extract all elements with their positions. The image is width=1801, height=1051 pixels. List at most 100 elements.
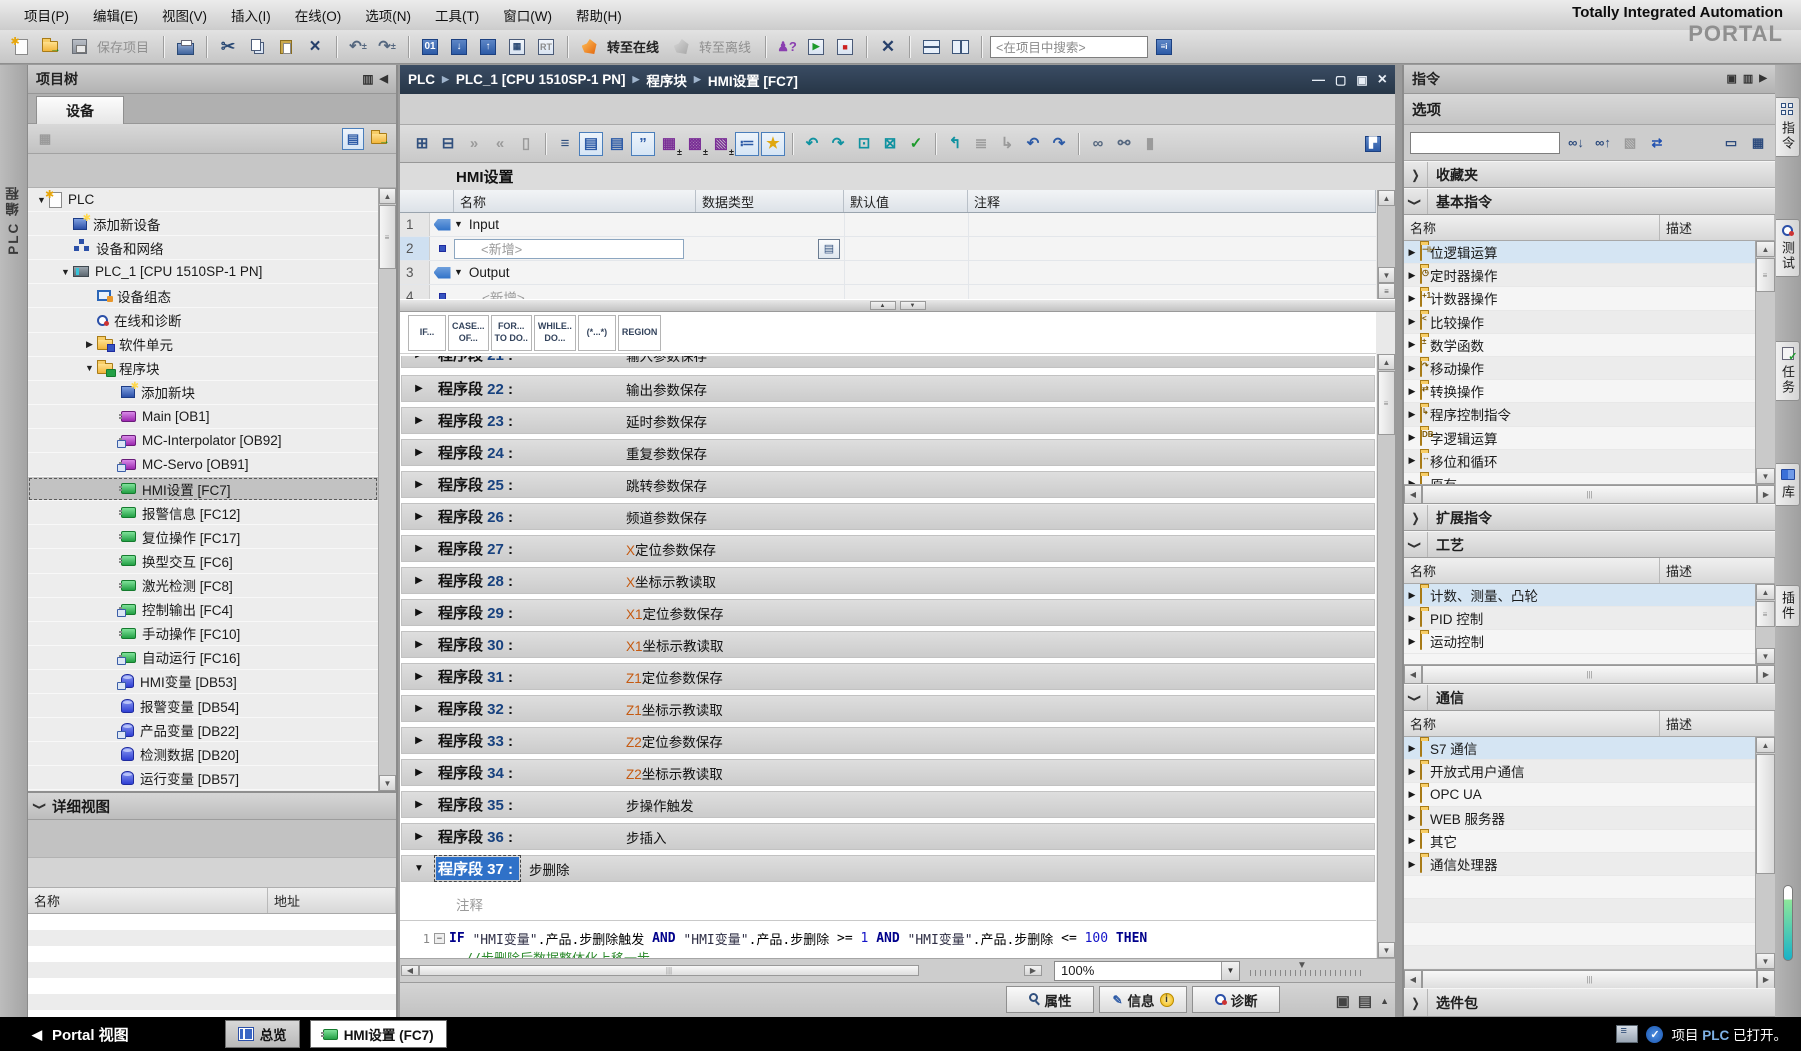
expand-export-button[interactable] [368, 128, 390, 150]
instruction-group-row[interactable]: ▶DB字逻辑运算 [1404, 427, 1755, 450]
detail-mode-icon[interactable]: ▦ [1747, 132, 1769, 154]
tree-item[interactable]: 产品变量 [DB22] [28, 718, 378, 742]
network-expander-icon[interactable]: ▶ [402, 415, 436, 426]
tree-item[interactable]: 手动操作 [FC10] [28, 622, 378, 646]
section-extended-instructions[interactable]: ❭扩展指令 [1404, 504, 1775, 531]
scroll-right-icon[interactable]: ▶ [1757, 970, 1775, 989]
tree-item[interactable]: ▶软件单元 [28, 333, 378, 357]
instruction-expander-icon[interactable]: ▶ [1404, 766, 1420, 777]
navigate-forward-button[interactable]: ↷ [1047, 132, 1071, 156]
float-inspector-icon[interactable]: ▣ [1336, 994, 1350, 1009]
tree-item[interactable]: MC-Servo [OB91] [28, 453, 378, 477]
sidebar-tab-测试[interactable]: 测试 [1776, 219, 1800, 277]
scroll-down-icon[interactable]: ▼ [1756, 648, 1775, 664]
instruction-expander-icon[interactable]: ▶ [1404, 247, 1420, 258]
tree-item[interactable]: 在线和诊断 [28, 308, 378, 332]
network-row[interactable]: ▶程序段 27 :X定位参数保存 [401, 535, 1375, 562]
menu-item[interactable]: 插入(I) [219, 0, 283, 30]
scl-code-area[interactable]: 1−IF "HMI变量".产品.步删除触发 AND "HMI变量".产品.步删除… [400, 921, 1376, 958]
hscroll-thumb[interactable]: ||| [1422, 665, 1757, 684]
menu-item[interactable]: 选项(N) [353, 0, 423, 30]
instruction-expander-icon[interactable]: ▶ [1404, 409, 1420, 420]
syntax-check-button[interactable]: ✓ [904, 132, 928, 156]
scroll-page-icon[interactable]: ≡ [1378, 283, 1395, 299]
hscroll-thumb[interactable]: ||| [1422, 485, 1757, 504]
expand-panel-icon[interactable]: ▶ [1759, 74, 1767, 85]
tree-filter-button[interactable]: ▦ [34, 128, 56, 150]
indent-button[interactable]: » [462, 132, 486, 156]
scl-snippet-button[interactable]: FOR...TO DO.. [491, 315, 532, 351]
open-project-button[interactable] [37, 34, 63, 60]
zoom-slider[interactable]: ▼ [1250, 964, 1362, 978]
go-online-label[interactable]: 转至在线 [607, 37, 659, 56]
interface-row[interactable]: 2<新增>▤ [400, 237, 1376, 261]
split-vertical-button[interactable] [947, 34, 973, 60]
interface-row[interactable]: 4<新增> [400, 285, 1376, 299]
network-expander-icon[interactable]: ▼ [402, 863, 436, 874]
network-expander-icon[interactable]: ▶ [402, 447, 436, 458]
tree-item[interactable]: ▼PLC [28, 188, 378, 212]
comment-cell[interactable] [968, 213, 1376, 236]
scl-snippet-button[interactable]: WHILE..DO... [534, 315, 576, 351]
tree-item[interactable]: HMI设置 [FC7] [28, 477, 378, 501]
new-variable-placeholder[interactable]: <新增> [454, 287, 525, 300]
instruction-group-row[interactable]: ▶+1计数器操作 [1404, 287, 1755, 310]
cross-reference-button[interactable]: ✕ [875, 34, 901, 60]
active-editor-button[interactable]: HMI设置 (FC7) [310, 1020, 447, 1048]
instruction-expander-icon[interactable]: ▶ [1404, 812, 1420, 823]
overview-button[interactable]: 总览 [225, 1020, 300, 1048]
delete-button[interactable]: × [302, 34, 328, 60]
basic-hscrollbar[interactable]: ◀ ||| ▶ [1404, 484, 1775, 504]
new-variable-input[interactable]: <新增> [454, 239, 684, 259]
network-expander-icon[interactable]: ▶ [402, 607, 436, 618]
collapse-panel-icon[interactable]: ◀ [380, 73, 388, 85]
network-expander-icon[interactable]: ▶ [402, 511, 436, 522]
network-row[interactable]: ▶程序段 30 :X1坐标示教读取 [401, 631, 1375, 658]
tree-item[interactable]: 复位操作 [FC17] [28, 525, 378, 549]
tab-info[interactable]: ✎ 信息 i [1099, 986, 1187, 1013]
instruction-group-row[interactable]: ▶原有 [1404, 473, 1755, 484]
update-block-calls-button[interactable]: ⊡ [852, 132, 876, 156]
navigate-back-button[interactable]: ↶ [1021, 132, 1045, 156]
display-icon[interactable] [1616, 1025, 1638, 1043]
scroll-left-icon[interactable]: ◀ [1404, 970, 1422, 989]
section-optional-packages[interactable]: ❭选件包 [1404, 988, 1775, 1017]
network-row[interactable]: ▶程序段 34 :Z2坐标示教读取 [401, 759, 1375, 786]
scroll-left-icon[interactable]: ◀ [1404, 485, 1422, 504]
network-row[interactable]: ▶程序段 33 :Z2定位参数保存 [401, 727, 1375, 754]
runtime-button[interactable]: RT [533, 34, 559, 60]
tab-devices[interactable]: 设备 [36, 96, 124, 124]
download-button[interactable]: ↓ [446, 34, 472, 60]
instruction-expander-icon[interactable]: ▶ [1404, 478, 1420, 484]
find-previous-icon[interactable]: ∞↑ [1592, 132, 1614, 154]
network-expander-icon[interactable]: ▶ [402, 767, 436, 778]
network-expander-icon[interactable]: ▶ [402, 356, 436, 360]
insert-block-button[interactable]: ▦± [657, 132, 681, 156]
scroll-thumb[interactable]: ≡ [1756, 258, 1775, 292]
restore-icon[interactable]: ▢ [1335, 72, 1346, 88]
instruction-group-row[interactable]: ▶⇄转换操作 [1404, 380, 1755, 403]
instruction-group-row[interactable]: ▶◷定时器操作 [1404, 264, 1755, 287]
zoom-slider-thumb[interactable]: ▼ [1297, 960, 1307, 971]
scroll-thumb[interactable] [1756, 754, 1775, 874]
tree-item[interactable]: ▼PLC_1 [CPU 1510SP-1 PN] [28, 260, 378, 284]
start-cpu-button[interactable]: ▶ [803, 34, 829, 60]
comm-hscrollbar[interactable]: ◀ ||| ▶ [1404, 969, 1775, 989]
breadcrumb-item[interactable]: PLC_1 [CPU 1510SP-1 PN] [456, 72, 626, 87]
hscroll-thumb[interactable]: ||| [1422, 970, 1757, 989]
tree-item[interactable]: Main [OB1] [28, 405, 378, 429]
hscroll-thumb[interactable]: ||| [419, 965, 919, 976]
breadcrumb-item[interactable]: 程序块 [646, 70, 687, 90]
tree-item[interactable]: 添加新块 [28, 381, 378, 405]
collapse-inspector-icon[interactable]: ▲ [1380, 994, 1389, 1009]
scroll-up-icon[interactable]: ▲ [1756, 737, 1775, 753]
scroll-down-icon[interactable]: ▼ [1756, 953, 1775, 969]
section-expander-icon[interactable]: ▼ [454, 268, 463, 277]
sidebar-tab-任务[interactable]: 任务 [1776, 341, 1800, 401]
network-row[interactable]: ▶程序段 25 :跳转参数保存 [401, 471, 1375, 498]
instruction-expander-icon[interactable]: ▶ [1404, 590, 1420, 601]
insert-region-button[interactable]: ▧± [709, 132, 733, 156]
consistency-button[interactable]: ⊠ [878, 132, 902, 156]
tree-expander-icon[interactable]: ▼ [82, 363, 97, 373]
delete-network-button[interactable]: ⊟ [436, 132, 460, 156]
